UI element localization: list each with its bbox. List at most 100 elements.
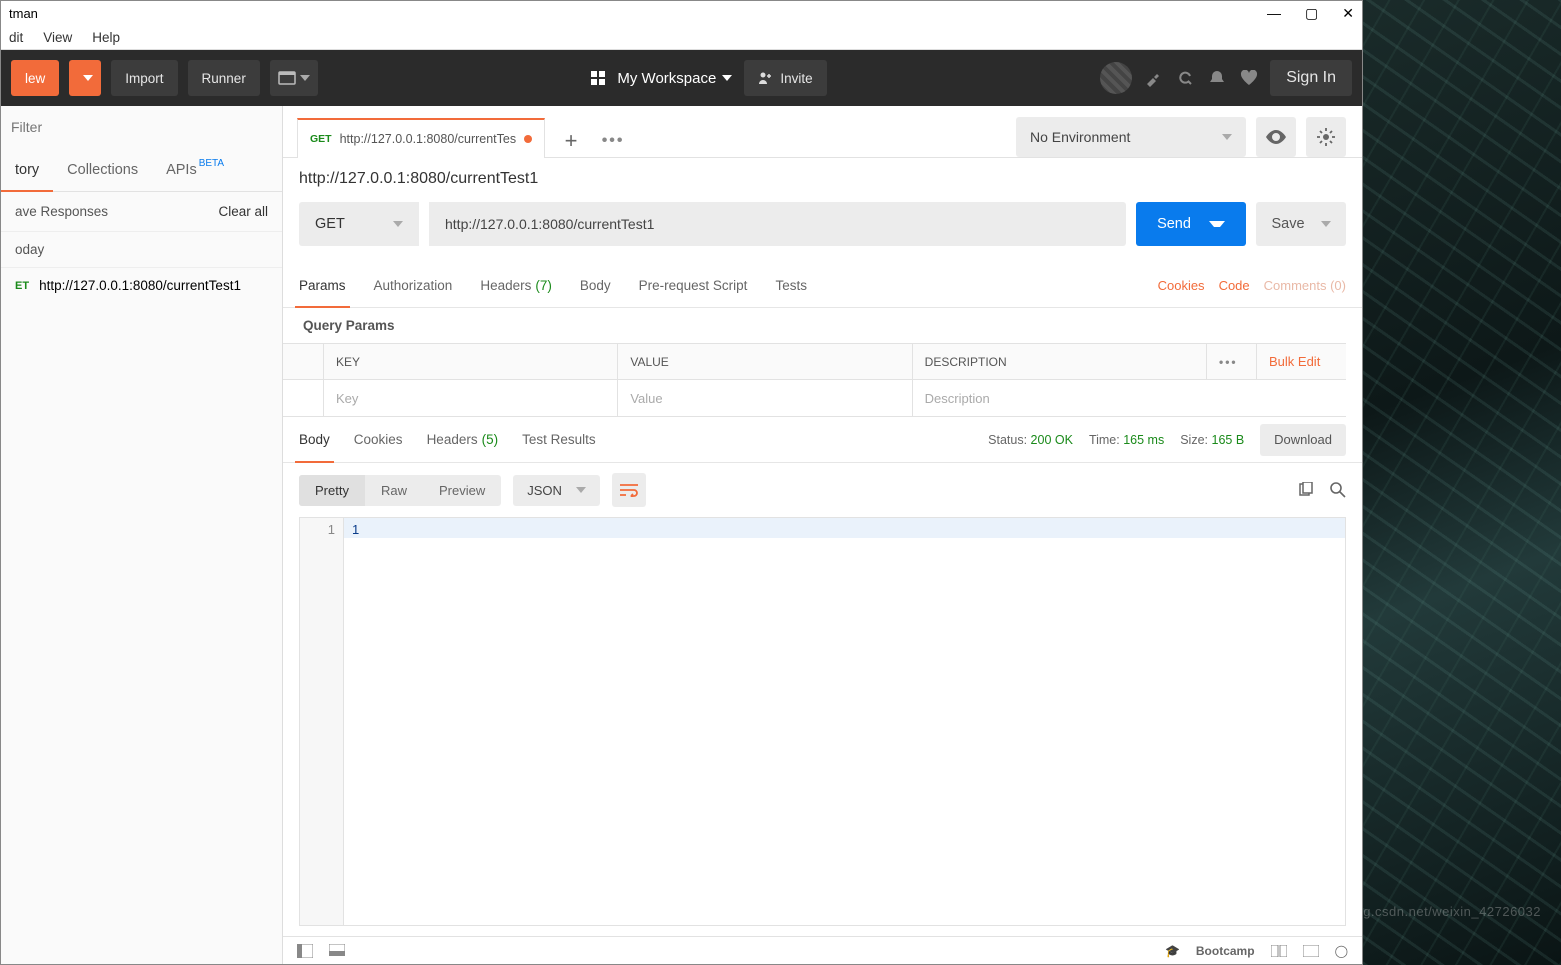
send-button[interactable]: Send <box>1136 202 1246 246</box>
workspace-selector[interactable]: My Workspace <box>617 70 732 87</box>
new-dropdown[interactable] <box>69 60 101 96</box>
bootcamp-link[interactable]: Bootcamp <box>1196 944 1255 958</box>
window-title: tman <box>9 6 38 21</box>
chevron-down-icon <box>393 221 403 227</box>
filter-input[interactable] <box>11 119 272 135</box>
two-pane-icon[interactable] <box>1271 945 1287 957</box>
cookies-link[interactable]: Cookies <box>1158 278 1205 293</box>
download-button[interactable]: Download <box>1260 424 1346 456</box>
table-row[interactable]: Key Value Description <box>283 380 1346 416</box>
environment-row: No Environment <box>1016 117 1346 157</box>
tab-tests[interactable]: Tests <box>775 264 807 307</box>
format-selector[interactable]: JSON <box>513 475 600 506</box>
tab-body[interactable]: Body <box>580 264 611 307</box>
resp-tab-body[interactable]: Body <box>299 417 330 462</box>
chevron-down-icon <box>1222 134 1232 140</box>
menu-edit[interactable]: dit <box>9 30 23 45</box>
hide-sidebar-icon[interactable] <box>297 944 313 958</box>
col-description: DESCRIPTION <box>912 344 1206 379</box>
description-cell[interactable]: Description <box>912 380 1346 416</box>
url-row: GET http://127.0.0.1:8080/currentTest1 S… <box>283 196 1362 264</box>
view-preview[interactable]: Preview <box>423 475 501 506</box>
chevron-down-icon <box>1321 221 1331 227</box>
resp-tab-headers[interactable]: Headers(5) <box>427 417 499 462</box>
tab-history[interactable]: tory <box>1 148 53 191</box>
method-selector[interactable]: GET <box>299 202 419 246</box>
tab-options-button[interactable]: ••• <box>597 125 629 157</box>
history-day[interactable]: oday <box>1 232 282 268</box>
menu-bar: dit View Help <box>1 26 1362 50</box>
resp-tab-tests[interactable]: Test Results <box>522 417 596 462</box>
wrap-lines-button[interactable] <box>612 473 646 507</box>
import-button[interactable]: Import <box>111 60 177 96</box>
sidebar-tabs: tory Collections APIsBETA <box>1 148 282 192</box>
menu-help[interactable]: Help <box>92 30 120 45</box>
response-tabs: Body Cookies Headers(5) Test Results Sta… <box>283 417 1362 463</box>
response-body-editor[interactable]: 1 1 <box>299 517 1346 926</box>
ellipsis-icon: ••• <box>1219 355 1238 369</box>
request-tab-verb: GET <box>310 133 332 145</box>
menu-view[interactable]: View <box>43 30 72 45</box>
code-link[interactable]: Code <box>1219 278 1250 293</box>
query-params-title: Query Params <box>283 308 1362 343</box>
help-icon[interactable]: ◯ <box>1335 944 1348 958</box>
keyboard-icon[interactable] <box>1303 945 1319 957</box>
maximize-button[interactable]: ▢ <box>1305 5 1318 22</box>
minimize-button[interactable]: — <box>1267 5 1281 22</box>
grid-icon <box>591 71 605 85</box>
clear-all-link[interactable]: Clear all <box>218 204 268 219</box>
window-titlebar: tman — ▢ ✕ <box>1 1 1362 26</box>
tab-headers[interactable]: Headers(7) <box>480 264 552 307</box>
tab-apis[interactable]: APIsBETA <box>152 148 238 191</box>
runner-button[interactable]: Runner <box>188 60 260 96</box>
app-toolbar: lew Import Runner My Workspace Invite Si… <box>1 50 1362 106</box>
environment-settings[interactable] <box>1306 117 1346 157</box>
environment-quicklook[interactable] <box>1256 117 1296 157</box>
close-button[interactable]: ✕ <box>1342 5 1354 22</box>
save-button[interactable]: Save <box>1256 202 1346 246</box>
save-responses-toggle[interactable]: ave Responses <box>15 204 108 219</box>
new-tab-button[interactable]: + <box>555 125 587 157</box>
value-cell[interactable]: Value <box>617 380 911 416</box>
tab-authorization[interactable]: Authorization <box>374 264 453 307</box>
wrap-icon <box>619 483 639 497</box>
copy-response-button[interactable] <box>1298 482 1314 498</box>
resp-tab-cookies[interactable]: Cookies <box>354 417 403 462</box>
environment-selector[interactable]: No Environment <box>1016 117 1246 157</box>
url-input[interactable]: http://127.0.0.1:8080/currentTest1 <box>429 202 1126 246</box>
main-content: No Environment GET http://127.0.0.1:8080… <box>283 106 1362 964</box>
search-response-button[interactable] <box>1330 482 1346 498</box>
view-raw[interactable]: Raw <box>365 475 423 506</box>
heart-icon[interactable] <box>1238 67 1260 89</box>
notifications-icon[interactable] <box>1206 67 1228 89</box>
history-item[interactable]: ET http://127.0.0.1:8080/currentTest1 <box>1 268 282 303</box>
sync-off-icon[interactable] <box>1100 62 1132 94</box>
line-gutter: 1 <box>300 518 344 925</box>
tab-collections[interactable]: Collections <box>53 148 152 191</box>
capture-button[interactable] <box>270 60 318 96</box>
comments-link[interactable]: Comments (0) <box>1264 278 1346 293</box>
row-options[interactable]: ••• <box>1206 344 1256 379</box>
sidebar: tory Collections APIsBETA ave Responses … <box>1 106 283 964</box>
col-key: KEY <box>323 344 617 379</box>
request-tab[interactable]: GET http://127.0.0.1:8080/currentTes <box>297 118 545 158</box>
status-bar: 🎓 Bootcamp ◯ <box>283 936 1362 964</box>
chevron-down-icon <box>722 75 732 81</box>
chevron-down-icon <box>83 75 93 81</box>
chevron-down-icon <box>1209 221 1225 227</box>
ellipsis-icon: ••• <box>602 132 625 150</box>
settings-icon[interactable] <box>1174 67 1196 89</box>
signin-button[interactable]: Sign In <box>1270 60 1352 96</box>
new-button[interactable]: lew <box>11 60 59 96</box>
find-icon[interactable] <box>329 944 345 958</box>
satellite-icon[interactable] <box>1142 67 1164 89</box>
view-pretty[interactable]: Pretty <box>299 475 365 506</box>
bulk-edit-link[interactable]: Bulk Edit <box>1256 344 1346 379</box>
tab-prerequest[interactable]: Pre-request Script <box>639 264 748 307</box>
key-cell[interactable]: Key <box>323 380 617 416</box>
invite-button[interactable]: Invite <box>744 60 826 96</box>
request-tab-label: http://127.0.0.1:8080/currentTes <box>340 132 517 146</box>
chevron-down-icon <box>300 75 310 81</box>
chevron-down-icon <box>576 487 586 493</box>
tab-params[interactable]: Params <box>299 264 346 307</box>
